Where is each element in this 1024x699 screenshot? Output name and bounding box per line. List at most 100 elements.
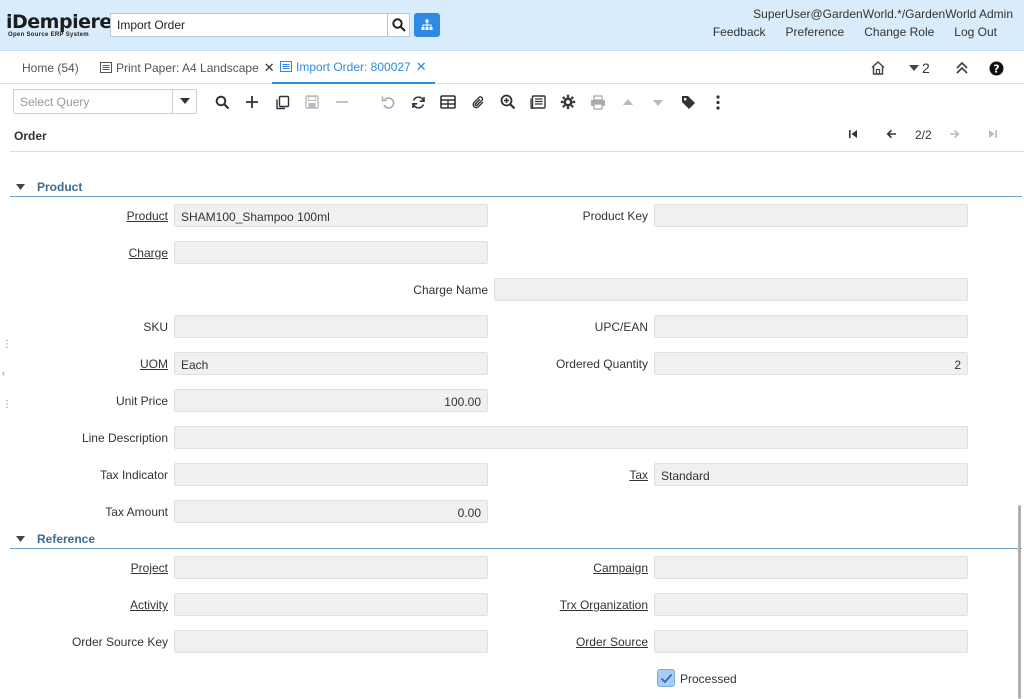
copy-record-button[interactable]	[272, 92, 292, 112]
upc-field[interactable]	[654, 315, 968, 338]
global-search-input[interactable]: Import Order	[110, 13, 388, 37]
preference-link[interactable]: Preference	[786, 25, 845, 39]
record-bar: Order 2/2	[10, 122, 1024, 152]
caret-down-icon[interactable]	[172, 90, 196, 113]
order-source-key-field[interactable]	[174, 630, 488, 653]
charge-label[interactable]: Charge	[129, 246, 168, 260]
first-record-button[interactable]	[848, 129, 858, 139]
delete-icon	[336, 101, 348, 103]
sku-label: SKU	[143, 320, 168, 334]
tab-import-order[interactable]: Import Order: 800027 ✕	[272, 51, 435, 84]
charge-field[interactable]	[174, 241, 488, 264]
search-icon	[215, 95, 229, 109]
more-actions-button[interactable]	[708, 92, 728, 112]
help-icon: ?	[989, 61, 1004, 75]
campaign-field[interactable]	[654, 556, 968, 579]
section-reference[interactable]: Reference	[10, 531, 1022, 549]
app-header: iDempiere Open Source ERP System Import …	[0, 0, 1024, 51]
order-source-label[interactable]: Order Source	[576, 635, 648, 649]
select-query-dropdown[interactable]: Select Query	[13, 89, 197, 114]
tab-print-paper[interactable]: Print Paper: A4 Landscape ✕	[92, 51, 283, 84]
project-label[interactable]: Project	[131, 561, 168, 575]
collapse-button[interactable]	[955, 58, 969, 78]
processed-checkbox[interactable]	[657, 669, 675, 687]
trx-organization-field[interactable]	[654, 593, 968, 616]
ordered-qty-field[interactable]: 2	[654, 352, 968, 375]
last-record-button[interactable]	[988, 129, 998, 139]
project-field[interactable]	[174, 556, 488, 579]
print-button[interactable]	[588, 92, 608, 112]
next-record-button[interactable]	[949, 129, 960, 139]
menu-tree-button[interactable]	[414, 13, 440, 37]
new-record-button[interactable]	[242, 92, 262, 112]
tab-home[interactable]: Home (54)	[14, 51, 87, 84]
idempiere-logo[interactable]: iDempiere Open Source ERP System	[6, 12, 112, 38]
grid-toggle-button[interactable]	[438, 92, 458, 112]
west-splitter-handle[interactable]: ⋮	[2, 399, 12, 410]
undo-button[interactable]	[378, 92, 398, 112]
caret-down-icon	[909, 65, 919, 71]
product-key-field[interactable]	[654, 204, 968, 227]
tax-indicator-field[interactable]	[174, 463, 488, 486]
help-button[interactable]: ?	[989, 58, 1004, 78]
collapse-west-icon[interactable]: ‹	[2, 368, 5, 378]
record-count: 2/2	[915, 128, 932, 142]
save-icon	[305, 95, 319, 109]
tax-label[interactable]: Tax	[629, 468, 648, 482]
campaign-label[interactable]: Campaign	[593, 561, 648, 575]
product-label[interactable]: Product	[127, 209, 168, 223]
processed-label: Processed	[680, 672, 737, 686]
refresh-button[interactable]	[408, 92, 428, 112]
detail-record-button[interactable]	[648, 92, 668, 112]
upc-label: UPC/EAN	[594, 320, 648, 334]
product-field[interactable]: SHAM100_Shampoo 100ml	[174, 204, 488, 227]
window-list-dropdown[interactable]: 2	[909, 58, 930, 78]
checkmark-icon	[660, 673, 672, 683]
search-button[interactable]	[387, 13, 410, 37]
print-icon	[591, 94, 605, 110]
arrow-left-icon	[886, 129, 896, 139]
last-record-icon	[989, 130, 997, 138]
zoom-across-button[interactable]	[498, 92, 518, 112]
tax-field[interactable]: Standard	[654, 463, 968, 486]
unit-price-field[interactable]: 100.00	[174, 389, 488, 412]
feedback-link[interactable]: Feedback	[713, 25, 766, 39]
refresh-icon	[411, 95, 425, 109]
search-record-button[interactable]	[212, 92, 232, 112]
grid-toggle-icon	[440, 95, 456, 109]
delete-button[interactable]	[332, 92, 352, 112]
line-description-field[interactable]	[174, 426, 968, 449]
section-product[interactable]: Product	[10, 179, 1022, 197]
copy-icon	[275, 95, 289, 109]
change-role-link[interactable]: Change Role	[864, 25, 934, 39]
uom-field[interactable]: Each	[174, 352, 488, 375]
save-button[interactable]	[302, 92, 322, 112]
west-splitter-handle[interactable]: ⋮	[2, 339, 12, 350]
previous-record-button[interactable]	[886, 129, 897, 139]
uom-label[interactable]: UOM	[140, 357, 168, 371]
attachment-button[interactable]	[468, 92, 488, 112]
tax-amount-field[interactable]: 0.00	[174, 500, 488, 523]
logout-link[interactable]: Log Out	[954, 25, 997, 39]
trx-organization-label[interactable]: Trx Organization	[560, 598, 648, 612]
report-icon	[530, 95, 546, 109]
vertical-scrollbar[interactable]	[1018, 505, 1021, 699]
tax-amount-label: Tax Amount	[105, 505, 168, 519]
arrow-right-icon	[950, 129, 960, 139]
activity-label[interactable]: Activity	[130, 598, 168, 612]
order-source-field[interactable]	[654, 630, 968, 653]
tax-indicator-label: Tax Indicator	[99, 468, 168, 482]
charge-name-field[interactable]	[494, 278, 968, 301]
process-button[interactable]	[558, 92, 578, 112]
report-button[interactable]	[528, 92, 548, 112]
home-button[interactable]	[870, 58, 886, 78]
parent-record-button[interactable]	[618, 92, 638, 112]
close-icon[interactable]: ✕	[416, 59, 427, 75]
new-record-icon	[246, 96, 258, 108]
charge-name-label: Charge Name	[413, 283, 488, 297]
window-icon	[100, 62, 112, 73]
activity-field[interactable]	[174, 593, 488, 616]
user-info: SuperUser@GardenWorld.*/GardenWorld Admi…	[753, 7, 1013, 21]
label-button[interactable]	[678, 92, 698, 112]
sku-field[interactable]	[174, 315, 488, 338]
